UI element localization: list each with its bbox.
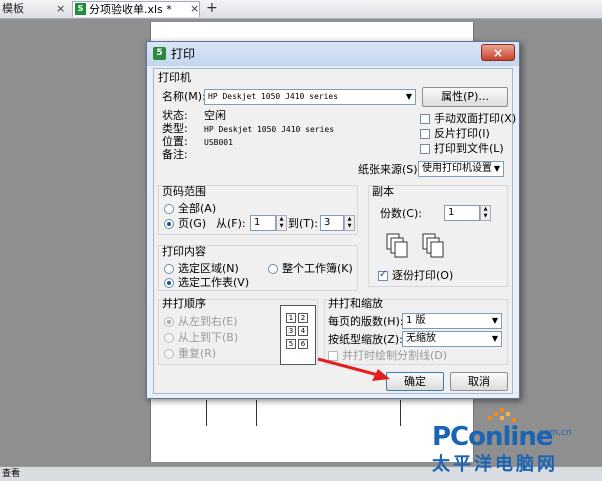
print-content-title: 打印内容 bbox=[162, 245, 206, 258]
top-to-bottom-label: 从上到下(B) bbox=[178, 331, 239, 344]
print-to-file-checkbox[interactable] bbox=[420, 144, 430, 154]
printer-group-title: 打印机 bbox=[158, 71, 191, 84]
repeat-label: 重复(R) bbox=[178, 347, 217, 360]
manual-duplex-checkbox[interactable] bbox=[420, 114, 430, 124]
print-to-file-label: 打印到文件(L) bbox=[434, 142, 504, 155]
spreadsheet-icon: S bbox=[75, 3, 86, 15]
dropdown-arrow-icon: ▼ bbox=[493, 164, 500, 173]
scale-label: 按纸型缩放(Z): bbox=[328, 333, 403, 346]
left-to-right-radio[interactable] bbox=[164, 317, 174, 327]
printer-name-select[interactable]: HP Deskjet 1050 J410 series ▼ bbox=[204, 89, 416, 105]
order-cell: 2 bbox=[298, 313, 308, 323]
annotation-arrow-icon bbox=[317, 357, 390, 381]
dialog-title: 打印 bbox=[171, 47, 196, 61]
properties-button[interactable]: 属性(P)... bbox=[422, 87, 508, 107]
to-input[interactable]: 3 bbox=[320, 215, 344, 231]
pages-per-sheet-label: 每页的版数(H): bbox=[328, 315, 404, 328]
entire-workbook-radio[interactable] bbox=[268, 264, 278, 274]
order-cell: 6 bbox=[298, 339, 308, 349]
order-cell: 5 bbox=[286, 339, 296, 349]
order-cell: 3 bbox=[286, 326, 296, 336]
to-spinner[interactable]: ▲ ▼ bbox=[344, 215, 355, 231]
scale-select[interactable]: 无缩放 ▼ bbox=[402, 331, 502, 347]
collate-order-title: 并打顺序 bbox=[162, 297, 206, 310]
type-value: HP Deskjet 1050 J410 series bbox=[204, 125, 335, 134]
copies-title: 副本 bbox=[372, 185, 394, 198]
printer-name-value: HP Deskjet 1050 J410 series bbox=[208, 92, 339, 101]
page-range-label: 页(G) bbox=[178, 217, 207, 230]
tab-file[interactable]: 分项验收单.xls * bbox=[72, 1, 200, 17]
collate-label: 逐份打印(O) bbox=[392, 269, 454, 282]
collate-checkbox[interactable] bbox=[378, 269, 388, 281]
sheet-grid-line bbox=[206, 400, 207, 426]
collate-pages-icon bbox=[422, 233, 444, 258]
all-pages-radio[interactable] bbox=[164, 204, 174, 214]
copies-spinner[interactable]: ▲ ▼ bbox=[480, 205, 491, 221]
brand-logo: PConline bbox=[432, 422, 553, 452]
collate-pages-icon bbox=[386, 233, 408, 258]
active-sheets-radio[interactable] bbox=[164, 278, 174, 288]
sheet-grid-line bbox=[256, 400, 257, 426]
paper-source-label: 纸张来源(S): bbox=[358, 163, 422, 176]
close-icon[interactable]: × bbox=[56, 1, 65, 17]
selection-label: 选定区域(N) bbox=[178, 262, 239, 275]
manual-duplex-label: 手动双面打印(X) bbox=[434, 112, 517, 125]
reverse-print-label: 反片打印(I) bbox=[434, 127, 490, 140]
brand-domain: .com.cn bbox=[536, 428, 572, 438]
paper-source-select[interactable]: 使用打印机设置 ▼ bbox=[418, 161, 504, 177]
pages-per-sheet-select[interactable]: 1 版 ▼ bbox=[402, 313, 502, 329]
status-bar-label: 查看 bbox=[2, 469, 21, 479]
dialog-title-bar[interactable]: 5 打印 × bbox=[147, 42, 519, 66]
copies-label: 份数(C): bbox=[380, 207, 422, 220]
from-spinner[interactable]: ▲ ▼ bbox=[276, 215, 287, 231]
dropdown-arrow-icon: ▼ bbox=[491, 334, 498, 343]
from-input[interactable]: 1 bbox=[250, 215, 276, 231]
scaling-title: 并打和缩放 bbox=[328, 297, 383, 310]
dropdown-arrow-icon: ▼ bbox=[405, 92, 412, 101]
status-label: 状态: bbox=[162, 109, 188, 122]
from-label: 从(F): bbox=[216, 217, 246, 230]
scale-value: 无缩放 bbox=[406, 333, 436, 344]
tab-bar: 模板 × 分项验收单.xls * S × + bbox=[0, 0, 602, 19]
location-value: USB001 bbox=[204, 138, 233, 147]
selection-radio[interactable] bbox=[164, 264, 174, 274]
page-range-radio[interactable] bbox=[164, 219, 174, 229]
print-dialog: 5 打印 × 打印机 名称(M): HP Deskjet 1050 J410 s… bbox=[146, 41, 520, 399]
new-tab-button[interactable]: + bbox=[206, 0, 218, 16]
sheet-grid-line bbox=[400, 400, 401, 426]
brand-chinese-name: 太平洋电脑网 bbox=[432, 454, 558, 475]
order-cell: 4 bbox=[298, 326, 308, 336]
copies-input[interactable]: 1 bbox=[444, 205, 480, 221]
pages-per-sheet-value: 1 版 bbox=[406, 315, 426, 326]
top-to-bottom-radio[interactable] bbox=[164, 333, 174, 343]
app-icon: 5 bbox=[153, 47, 166, 60]
dialog-body: 打印机 名称(M): HP Deskjet 1050 J410 series ▼… bbox=[153, 68, 517, 394]
order-cell: 1 bbox=[286, 313, 296, 323]
comment-label: 备注: bbox=[162, 148, 188, 161]
active-sheets-label: 选定工作表(V) bbox=[178, 276, 250, 289]
repeat-radio[interactable] bbox=[164, 349, 174, 359]
status-value: 空闲 bbox=[204, 109, 226, 122]
dropdown-arrow-icon: ▼ bbox=[491, 316, 498, 325]
all-pages-label: 全部(A) bbox=[178, 202, 217, 215]
page-range-title: 页码范围 bbox=[162, 185, 206, 198]
to-label: 到(T): bbox=[288, 217, 319, 230]
close-icon[interactable]: × bbox=[190, 1, 199, 17]
location-label: 位置: bbox=[162, 135, 188, 148]
entire-workbook-label: 整个工作簿(K) bbox=[282, 262, 353, 275]
type-label: 类型: bbox=[162, 122, 188, 135]
cancel-button[interactable]: 取消 bbox=[450, 372, 508, 391]
close-button[interactable]: × bbox=[481, 44, 515, 61]
reverse-print-checkbox[interactable] bbox=[420, 129, 430, 139]
left-to-right-label: 从左到右(E) bbox=[178, 315, 238, 328]
printer-name-label: 名称(M): bbox=[162, 90, 206, 103]
paper-source-value: 使用打印机设置 bbox=[422, 163, 492, 174]
